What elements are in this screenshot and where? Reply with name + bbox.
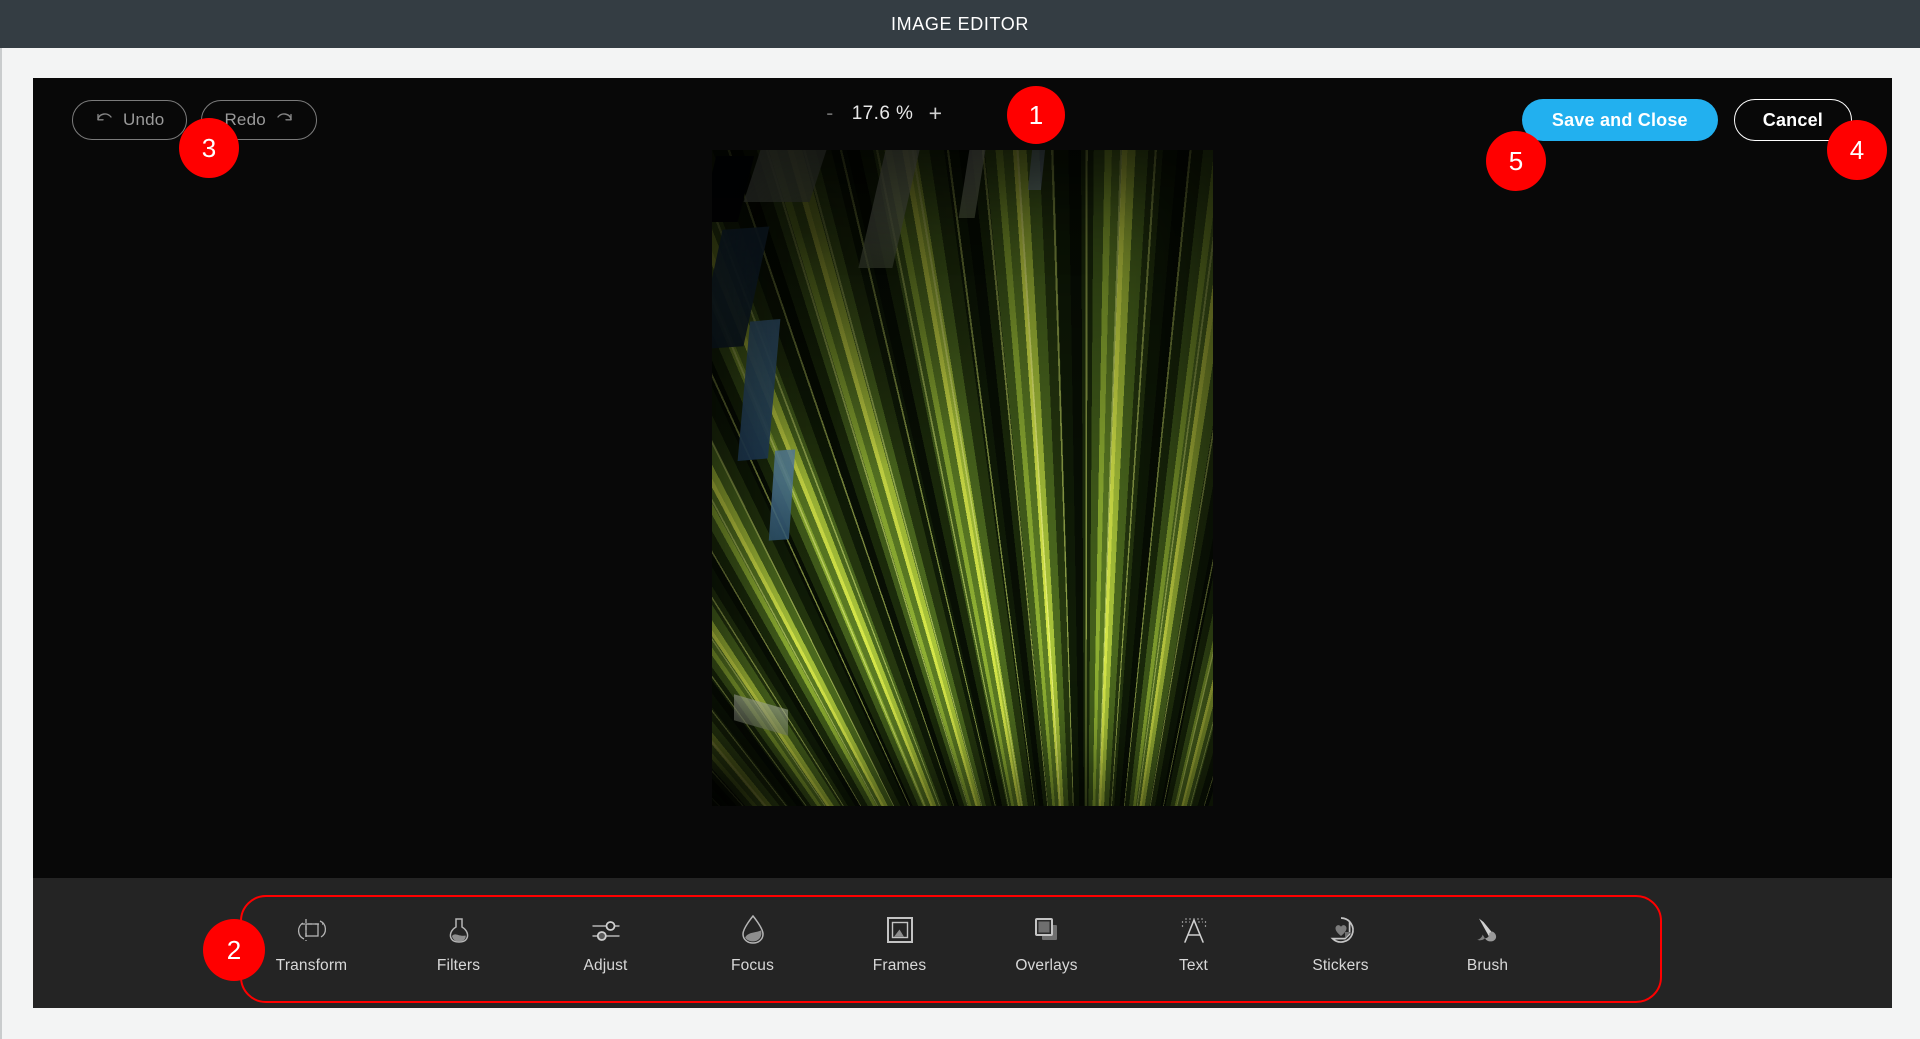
zoom-in-button[interactable]: + <box>927 102 943 125</box>
sticker-heart-icon <box>1326 911 1356 945</box>
undo-button[interactable]: Undo <box>72 100 187 140</box>
flask-filter-icon <box>445 911 473 945</box>
page-body: Undo Redo - 17.6 % <box>0 48 1920 1039</box>
photo-vignette <box>712 150 1213 806</box>
tool-transform[interactable]: Transform <box>238 894 385 992</box>
tool-overlays[interactable]: Overlays <box>973 894 1120 992</box>
undo-arrow-icon <box>95 110 114 130</box>
tool-label: Stickers <box>1312 957 1368 975</box>
edited-photo[interactable] <box>712 150 1213 806</box>
tool-filters[interactable]: Filters <box>385 894 532 992</box>
undo-redo-group: Undo Redo <box>72 100 317 140</box>
zoom-control: - 17.6 % + <box>822 102 944 125</box>
tool-frames[interactable]: Frames <box>826 894 973 992</box>
crop-transform-icon <box>297 911 327 945</box>
redo-label: Redo <box>224 110 265 130</box>
undo-label: Undo <box>123 110 164 130</box>
cancel-button[interactable]: Cancel <box>1734 99 1852 141</box>
letter-a-text-icon <box>1180 911 1208 945</box>
tool-label: Text <box>1179 957 1208 975</box>
tool-focus[interactable]: Focus <box>679 894 826 992</box>
tool-adjust[interactable]: Adjust <box>532 894 679 992</box>
zoom-out-button[interactable]: - <box>822 103 838 124</box>
editor-action-group: Save and Close Cancel <box>1522 99 1852 141</box>
editor-top-toolbar: Undo Redo - 17.6 % <box>33 78 1892 158</box>
tool-label: Overlays <box>1015 957 1077 975</box>
paintbrush-icon <box>1473 911 1503 945</box>
tool-rail: Transform Filters <box>33 878 1892 1008</box>
save-and-close-button[interactable]: Save and Close <box>1522 99 1718 141</box>
droplet-focus-icon <box>740 911 766 945</box>
tool-stickers[interactable]: Stickers <box>1267 894 1414 992</box>
tool-label: Frames <box>873 957 926 975</box>
tool-brush[interactable]: Brush <box>1414 894 1561 992</box>
redo-button[interactable]: Redo <box>201 100 316 140</box>
redo-arrow-icon <box>275 110 294 130</box>
page-title: IMAGE EDITOR <box>891 14 1029 35</box>
window-title-bar: IMAGE EDITOR <box>0 0 1920 48</box>
tool-label: Focus <box>731 957 774 975</box>
tool-text[interactable]: Text <box>1120 894 1267 992</box>
canvas-stage[interactable]: Undo Redo - 17.6 % <box>33 78 1892 878</box>
layered-squares-icon <box>1032 911 1062 945</box>
tool-label: Transform <box>276 957 347 975</box>
sliders-adjust-icon <box>590 911 622 945</box>
zoom-level-value: 17.6 % <box>852 103 914 125</box>
tool-label: Adjust <box>584 957 628 975</box>
tool-label: Filters <box>437 957 480 975</box>
image-editor-panel: Undo Redo - 17.6 % <box>33 78 1892 1008</box>
frame-border-icon <box>885 911 915 945</box>
photo-content <box>712 150 1213 806</box>
tool-label: Brush <box>1467 957 1508 975</box>
